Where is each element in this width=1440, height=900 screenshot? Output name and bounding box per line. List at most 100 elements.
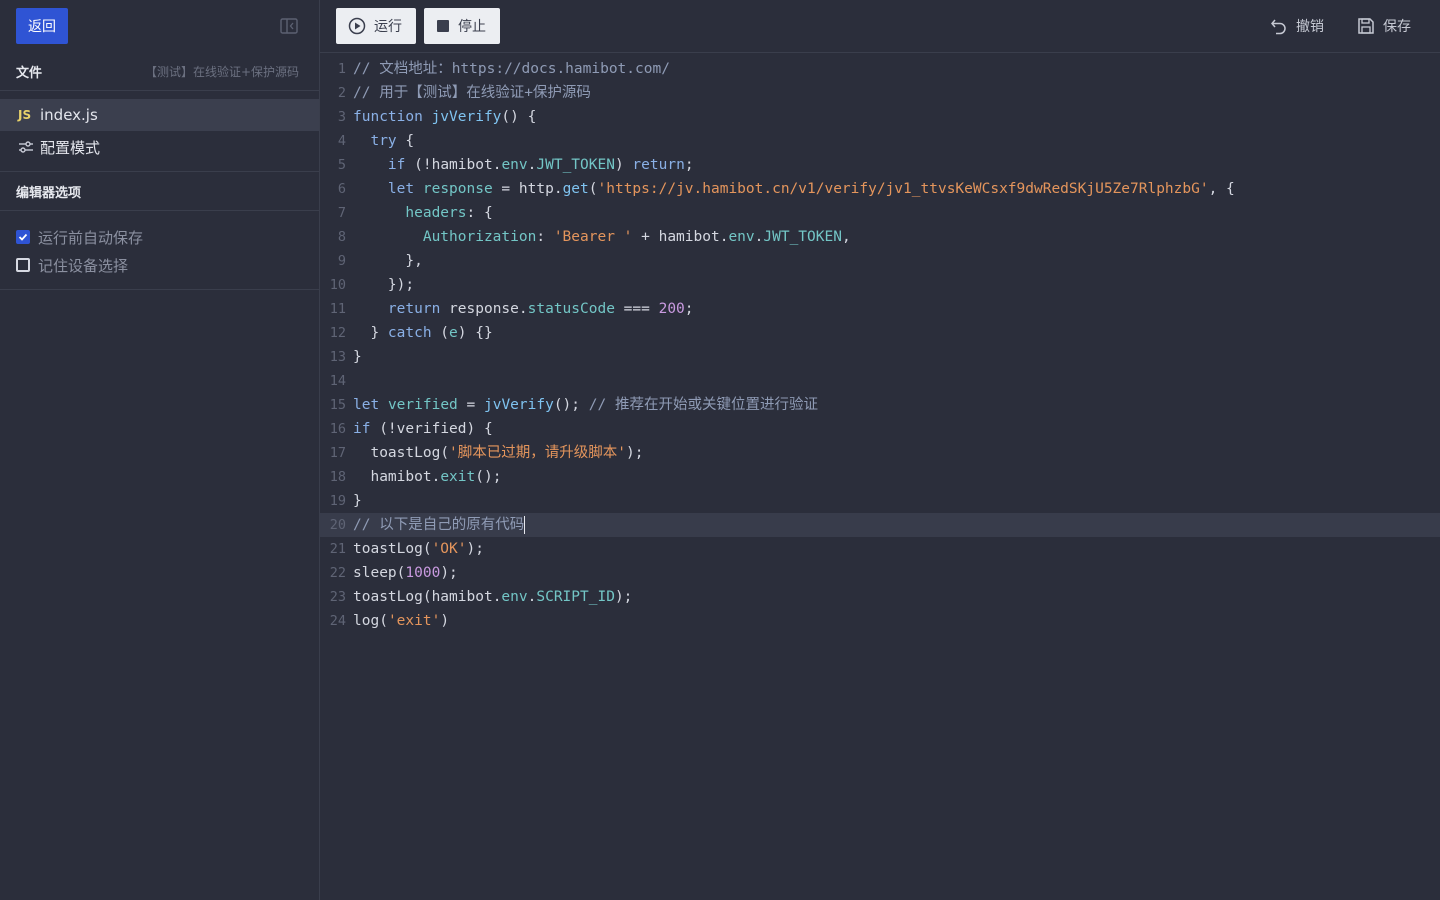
line-code: toastLog('脚本已过期，请升级脚本'); xyxy=(370,445,644,461)
undo-icon xyxy=(1271,19,1286,35)
code-line[interactable]: 23 toastLog(hamibot.env.SCRIPT_ID); xyxy=(320,585,1440,609)
line-code: // 文档地址：https://docs.hamibot.com/ xyxy=(353,61,670,77)
line-code: }, xyxy=(353,253,423,269)
option-remember-device[interactable]: 记住设备选择 xyxy=(0,251,319,279)
line-code: headers: { xyxy=(405,205,493,221)
file-list: JS index.js 配置模式 xyxy=(0,91,319,172)
text-cursor xyxy=(524,516,526,534)
code-line[interactable]: 17 toastLog('脚本已过期，请升级脚本'); xyxy=(320,441,1440,465)
file-name: index.js xyxy=(40,106,98,124)
line-code: sleep(1000); xyxy=(353,565,458,581)
code-line[interactable]: 21 toastLog('OK'); xyxy=(320,537,1440,561)
editor-options: 运行前自动保存 记住设备选择 xyxy=(0,211,319,290)
code-line[interactable]: 6 let response = http.get('https://jv.ha… xyxy=(320,177,1440,201)
sidebar-collapse-icon[interactable] xyxy=(280,18,298,34)
code-line[interactable]: 12 } catch (e) {} xyxy=(320,321,1440,345)
line-code: return response.statusCode === 200; xyxy=(387,301,694,317)
play-circle-icon xyxy=(348,17,366,35)
back-button[interactable]: 返回 xyxy=(16,8,68,44)
code-line[interactable]: 8 Authorization: 'Bearer ' + hamibot.env… xyxy=(320,225,1440,249)
code-line[interactable]: 11 return response.statusCode === 200; xyxy=(320,297,1440,321)
line-number: 4 xyxy=(337,133,346,149)
stop-label: 停止 xyxy=(458,19,486,35)
code-line[interactable]: 10 }); xyxy=(320,273,1440,297)
save-button[interactable]: 保存 xyxy=(1357,16,1411,36)
undo-button[interactable]: 撤销 xyxy=(1270,16,1324,36)
line-code: function jvVerify() { xyxy=(353,109,537,125)
stop-square-icon xyxy=(437,20,449,32)
line-number: 14 xyxy=(329,373,346,389)
code-line[interactable]: 2 // 用于【测试】在线验证+保护源码 xyxy=(320,81,1440,105)
line-number: 7 xyxy=(337,205,346,221)
code-line[interactable]: 14 xyxy=(320,369,1440,393)
sidebar-top: 返回 xyxy=(0,0,319,52)
code-line[interactable]: 7 headers: { xyxy=(320,201,1440,225)
line-code: }); xyxy=(353,277,415,293)
run-button[interactable]: 运行 xyxy=(336,8,416,44)
line-code: } catch (e) {} xyxy=(353,325,493,341)
files-header: 文件 xyxy=(16,65,43,81)
option-label: 运行前自动保存 xyxy=(38,228,144,247)
line-code: // 以下是自己的原有代码 xyxy=(353,516,526,534)
line-code: if (!verified) { xyxy=(353,421,493,437)
checkbox-unchecked-icon[interactable] xyxy=(16,258,30,272)
sliders-icon xyxy=(18,140,40,154)
line-code: if (!hamibot.env.JWT_TOKEN) return; xyxy=(387,157,694,173)
line-number: 24 xyxy=(329,613,346,629)
file-item-config-mode[interactable]: 配置模式 xyxy=(0,131,319,163)
save-label: 保存 xyxy=(1383,19,1411,35)
option-auto-save[interactable]: 运行前自动保存 xyxy=(0,223,319,251)
run-label: 运行 xyxy=(374,19,402,35)
files-section-header: 文件 【测试】在线验证+保护源码 xyxy=(0,52,319,91)
line-code: log('exit') xyxy=(353,613,450,629)
line-number: 8 xyxy=(337,229,346,245)
line-code: } xyxy=(353,349,362,365)
line-number: 3 xyxy=(337,109,346,125)
code-line[interactable]: 1 // 文档地址：https://docs.hamibot.com/ xyxy=(320,57,1440,81)
option-label: 记住设备选择 xyxy=(38,256,129,275)
line-code: let verified = jvVerify(); // 推荐在开始或关键位置… xyxy=(353,397,818,413)
save-icon xyxy=(1358,18,1374,34)
editor-options-header-row: 编辑器选项 xyxy=(0,172,319,211)
file-name: 配置模式 xyxy=(40,138,101,157)
line-code: toastLog('OK'); xyxy=(353,541,484,557)
checkbox-checked-icon[interactable] xyxy=(16,230,30,244)
line-number: 21 xyxy=(329,541,346,557)
code-line[interactable]: 19} xyxy=(320,489,1440,513)
toolbar: 运行 停止 撤销 保存 xyxy=(320,0,1440,53)
line-number: 2 xyxy=(337,85,346,101)
code-line[interactable]: 13} xyxy=(320,345,1440,369)
line-number: 18 xyxy=(329,469,346,485)
code-line[interactable]: 3 function jvVerify() { xyxy=(320,105,1440,129)
line-code: } xyxy=(353,493,362,509)
code-line[interactable]: 24 log('exit') xyxy=(320,609,1440,633)
line-number: 22 xyxy=(329,565,346,581)
line-code: try { xyxy=(370,133,415,149)
line-number: 6 xyxy=(337,181,346,197)
line-number: 10 xyxy=(329,277,346,293)
code-line[interactable]: 9 }, xyxy=(320,249,1440,273)
project-name: 【测试】在线验证+保护源码 xyxy=(144,64,299,79)
line-number: 12 xyxy=(329,325,346,341)
undo-label: 撤销 xyxy=(1296,19,1324,35)
code-line[interactable]: 20 // 以下是自己的原有代码 xyxy=(320,513,1440,537)
editor-options-header: 编辑器选项 xyxy=(16,185,82,201)
line-code: toastLog(hamibot.env.SCRIPT_ID); xyxy=(353,589,633,605)
line-number: 16 xyxy=(329,421,346,437)
code-editor[interactable]: 1 // 文档地址：https://docs.hamibot.com/2 // 用于… xyxy=(320,53,1440,900)
code-line[interactable]: 15 let verified = jvVerify(); // 推荐在开始或关键… xyxy=(320,393,1440,417)
stop-button[interactable]: 停止 xyxy=(424,8,500,44)
code-line[interactable]: 5 if (!hamibot.env.JWT_TOKEN) return; xyxy=(320,153,1440,177)
code-line[interactable]: 18 hamibot.exit(); xyxy=(320,465,1440,489)
line-code: // 用于【测试】在线验证+保护源码 xyxy=(353,85,591,101)
line-number: 13 xyxy=(329,349,346,365)
code-line[interactable]: 16 if (!verified) { xyxy=(320,417,1440,441)
line-number: 5 xyxy=(337,157,346,173)
code-line[interactable]: 22 sleep(1000); xyxy=(320,561,1440,585)
code-line[interactable]: 4 try { xyxy=(320,129,1440,153)
line-code: Authorization: 'Bearer ' + hamibot.env.J… xyxy=(422,229,851,245)
line-number: 9 xyxy=(337,253,346,269)
line-number: 15 xyxy=(329,397,346,413)
file-item-index-js[interactable]: JS index.js xyxy=(0,99,319,131)
sidebar: 返回 文件 【测试】在线验证+保护源码 JS index.js 配置模式 编辑器… xyxy=(0,0,320,900)
